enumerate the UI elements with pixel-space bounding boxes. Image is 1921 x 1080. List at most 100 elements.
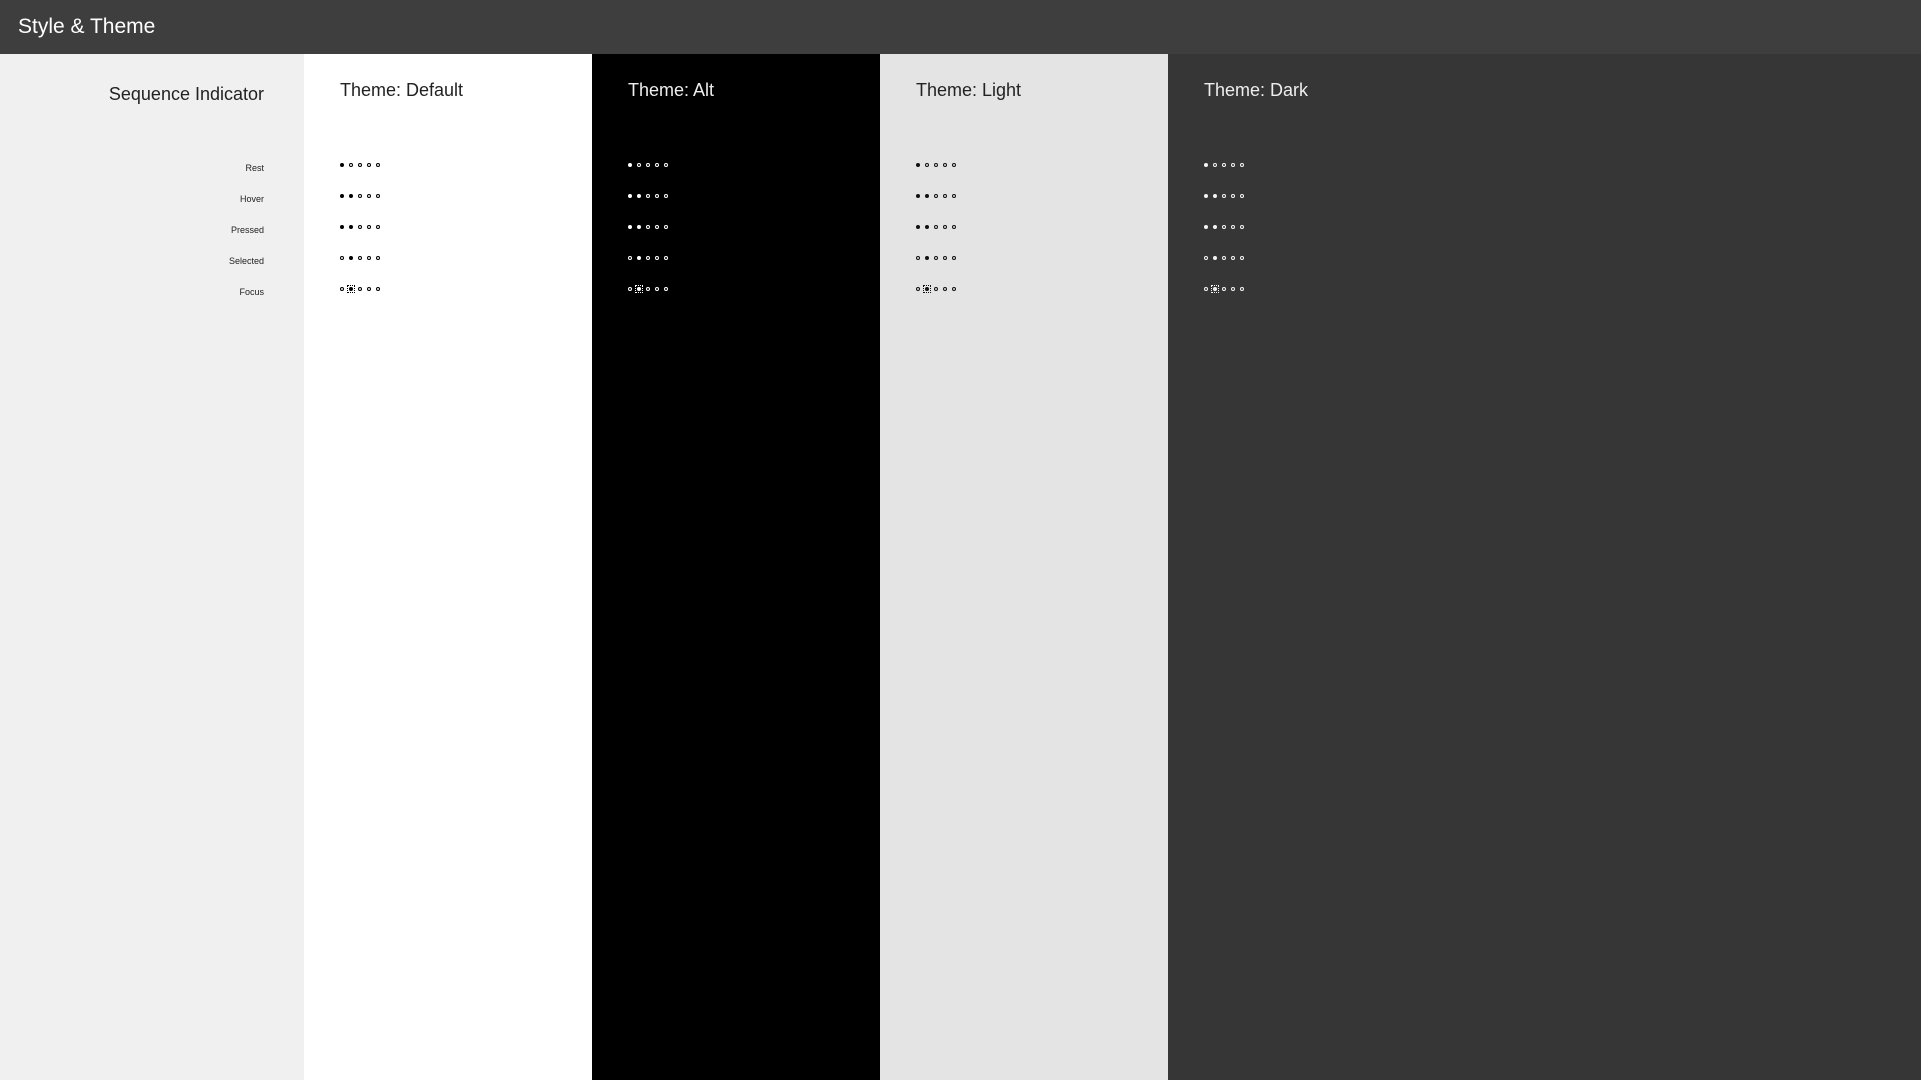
- sequence-dot[interactable]: [655, 287, 659, 291]
- sequence-dot[interactable]: [916, 194, 920, 198]
- sequence-dot[interactable]: [1231, 256, 1235, 260]
- sequence-dot[interactable]: [1204, 163, 1208, 167]
- sequence-dot[interactable]: [1213, 287, 1217, 291]
- sequence-dot[interactable]: [1213, 194, 1217, 198]
- sequence-dot[interactable]: [358, 163, 362, 167]
- sequence-dot[interactable]: [628, 256, 632, 260]
- sequence-dot[interactable]: [1240, 163, 1244, 167]
- sequence-dot[interactable]: [349, 256, 353, 260]
- sequence-dot[interactable]: [628, 225, 632, 229]
- sequence-dot[interactable]: [349, 194, 353, 198]
- sequence-dot[interactable]: [1222, 163, 1226, 167]
- sequence-dot[interactable]: [637, 194, 641, 198]
- sequence-dot[interactable]: [1222, 225, 1226, 229]
- sequence-dot[interactable]: [637, 225, 641, 229]
- sequence-dot[interactable]: [655, 256, 659, 260]
- sequence-dot[interactable]: [1213, 225, 1217, 229]
- sequence-dot[interactable]: [934, 225, 938, 229]
- sequence-dot[interactable]: [934, 194, 938, 198]
- sequence-dot[interactable]: [340, 163, 344, 167]
- sequence-dot[interactable]: [943, 256, 947, 260]
- sequence-dot[interactable]: [664, 163, 668, 167]
- sequence-dot[interactable]: [340, 287, 344, 291]
- sequence-dot[interactable]: [943, 287, 947, 291]
- sequence-dot[interactable]: [952, 287, 956, 291]
- sequence-dot[interactable]: [916, 225, 920, 229]
- sequence-dot[interactable]: [646, 163, 650, 167]
- sequence-dot[interactable]: [1222, 194, 1226, 198]
- sequence-dot[interactable]: [367, 287, 371, 291]
- sequence-dot[interactable]: [1204, 287, 1208, 291]
- sequence-dot[interactable]: [340, 194, 344, 198]
- sequence-dot[interactable]: [340, 256, 344, 260]
- sequence-dot[interactable]: [1204, 225, 1208, 229]
- sequence-dot[interactable]: [376, 256, 380, 260]
- sequence-dot[interactable]: [349, 163, 353, 167]
- sequence-dot[interactable]: [943, 163, 947, 167]
- sequence-dot[interactable]: [628, 194, 632, 198]
- sequence-dot[interactable]: [646, 194, 650, 198]
- sequence-dot[interactable]: [934, 287, 938, 291]
- sequence-dot[interactable]: [952, 163, 956, 167]
- sequence-dot[interactable]: [1231, 194, 1235, 198]
- sequence-dot[interactable]: [655, 163, 659, 167]
- sequence-dot[interactable]: [1231, 225, 1235, 229]
- sequence-dot[interactable]: [1240, 256, 1244, 260]
- sequence-dot[interactable]: [1231, 287, 1235, 291]
- sequence-dot[interactable]: [358, 225, 362, 229]
- sequence-dot[interactable]: [1204, 256, 1208, 260]
- sequence-dot[interactable]: [655, 194, 659, 198]
- sequence-dot[interactable]: [367, 225, 371, 229]
- sequence-dot[interactable]: [340, 225, 344, 229]
- sequence-dot[interactable]: [1240, 194, 1244, 198]
- sequence-dot[interactable]: [1204, 194, 1208, 198]
- sequence-dot[interactable]: [925, 287, 929, 291]
- sequence-dot[interactable]: [358, 256, 362, 260]
- sequence-dot[interactable]: [934, 256, 938, 260]
- sequence-dot[interactable]: [664, 256, 668, 260]
- sequence-dot[interactable]: [943, 194, 947, 198]
- sequence-dot[interactable]: [943, 225, 947, 229]
- sequence-dot[interactable]: [376, 287, 380, 291]
- sequence-dot[interactable]: [376, 163, 380, 167]
- sequence-dot[interactable]: [925, 194, 929, 198]
- sequence-dot[interactable]: [952, 225, 956, 229]
- sequence-dot[interactable]: [1213, 256, 1217, 260]
- sequence-dot[interactable]: [358, 194, 362, 198]
- sequence-dot[interactable]: [952, 194, 956, 198]
- sequence-dot[interactable]: [367, 194, 371, 198]
- sequence-dot[interactable]: [925, 256, 929, 260]
- sequence-dot[interactable]: [376, 225, 380, 229]
- sequence-dot[interactable]: [1213, 163, 1217, 167]
- sequence-dot[interactable]: [664, 287, 668, 291]
- sequence-dot[interactable]: [1222, 287, 1226, 291]
- sequence-dot[interactable]: [628, 287, 632, 291]
- sequence-dot[interactable]: [646, 225, 650, 229]
- sequence-dot[interactable]: [1222, 256, 1226, 260]
- sequence-dot[interactable]: [646, 256, 650, 260]
- sequence-dot[interactable]: [637, 256, 641, 260]
- sequence-dot[interactable]: [664, 225, 668, 229]
- sequence-dot[interactable]: [637, 287, 641, 291]
- sequence-dot[interactable]: [1240, 225, 1244, 229]
- sequence-dot[interactable]: [952, 256, 956, 260]
- sequence-dot[interactable]: [664, 194, 668, 198]
- sequence-dot[interactable]: [925, 163, 929, 167]
- sequence-dot[interactable]: [349, 287, 353, 291]
- sequence-dot[interactable]: [358, 287, 362, 291]
- sequence-dot[interactable]: [376, 194, 380, 198]
- sequence-dot[interactable]: [925, 225, 929, 229]
- sequence-dot[interactable]: [934, 163, 938, 167]
- sequence-dot[interactable]: [349, 225, 353, 229]
- sequence-dot[interactable]: [916, 256, 920, 260]
- sequence-dot[interactable]: [367, 163, 371, 167]
- sequence-dot[interactable]: [916, 163, 920, 167]
- sequence-dot[interactable]: [637, 163, 641, 167]
- sequence-dot[interactable]: [916, 287, 920, 291]
- sequence-dot[interactable]: [367, 256, 371, 260]
- sequence-dot[interactable]: [655, 225, 659, 229]
- sequence-dot[interactable]: [628, 163, 632, 167]
- sequence-dot[interactable]: [1240, 287, 1244, 291]
- sequence-dot[interactable]: [1231, 163, 1235, 167]
- sequence-dot[interactable]: [646, 287, 650, 291]
